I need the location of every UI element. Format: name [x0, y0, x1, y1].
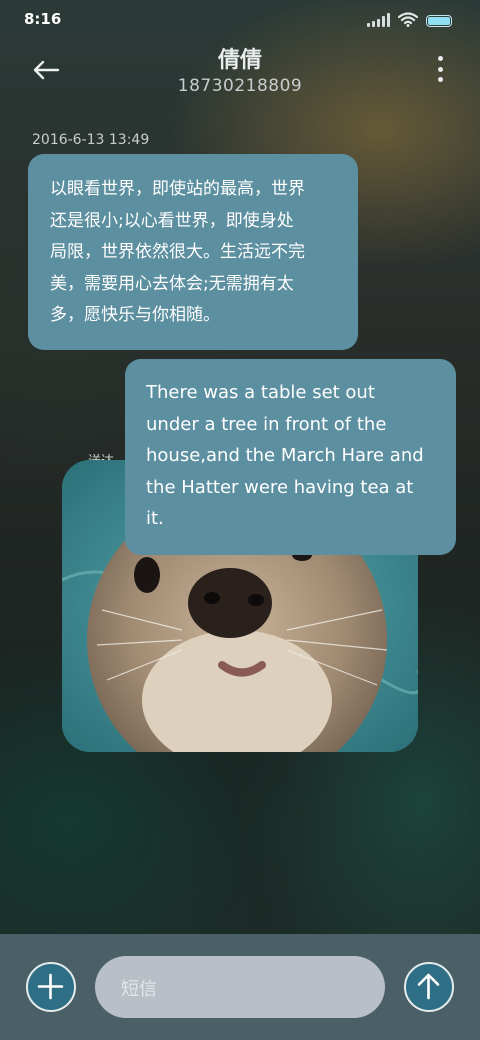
status-icons: [367, 12, 452, 27]
contact-number: 18730218809: [177, 76, 303, 96]
battery-icon: [426, 15, 452, 27]
message-line: under a tree in front of the: [146, 413, 387, 435]
message-line: There was a table set out: [146, 382, 375, 403]
contact-name: 倩倩: [217, 48, 262, 73]
compose-bar: 短信: [0, 934, 480, 1040]
wifi-icon: [398, 12, 418, 27]
signal-icon: [367, 13, 390, 27]
status-bar: 8:16: [0, 0, 480, 40]
message-line: 还是很小;以心看世界，即使身处: [50, 210, 294, 231]
plus-icon: [37, 973, 64, 1000]
sms-input[interactable]: 短信: [95, 956, 385, 1018]
send-button[interactable]: [404, 962, 454, 1012]
incoming-message-bubble[interactable]: 以眼看世界，即使站的最高，世界 还是很小;以心看世界，即使身处 局限，世界依然很…: [28, 154, 358, 350]
outgoing-message-bubble[interactable]: There was a table set out under a tree i…: [125, 359, 456, 555]
message-timestamp: 2016-6-13 13:49: [32, 132, 150, 148]
sms-input-placeholder: 短信: [121, 979, 157, 1000]
message-line: 以眼看世界，即使站的最高，世界: [50, 179, 305, 199]
more-vertical-icon[interactable]: [434, 56, 446, 82]
message-line: 美，需要用心去体会;无需拥有太: [50, 273, 294, 294]
add-attachment-button[interactable]: [26, 962, 76, 1012]
status-time: 8:16: [24, 10, 62, 28]
message-line: 局限，世界依然很大。生活远不完: [50, 242, 305, 262]
message-line: it.: [146, 508, 164, 529]
message-line: house,and the March Hare and: [146, 445, 424, 466]
message-line: 多，愿快乐与你相随。: [50, 305, 220, 325]
conversation-header: 倩倩 18730218809: [0, 40, 480, 110]
send-arrow-up-icon: [417, 973, 440, 1000]
message-line: the Hatter were having tea at: [146, 476, 414, 498]
